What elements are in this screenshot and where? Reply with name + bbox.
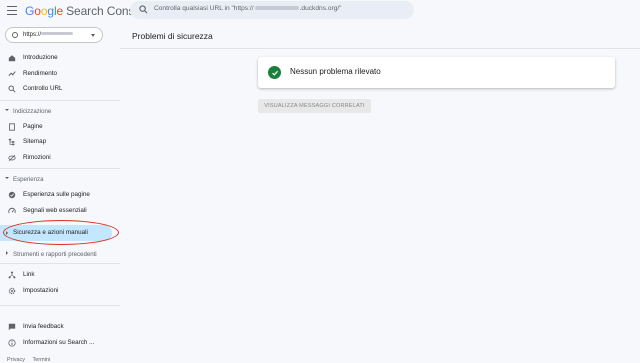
divider — [0, 263, 120, 264]
divider — [0, 305, 120, 306]
search-icon — [139, 5, 148, 14]
sidebar-item-settings[interactable]: Impostazioni — [0, 284, 120, 298]
sidebar-item-security-manual-actions[interactable]: Sicurezza e azioni manuali — [0, 225, 112, 241]
speed-icon — [8, 207, 16, 215]
divider — [0, 168, 120, 169]
section-legacy-tools[interactable]: Strumenti e rapporti precedenti — [0, 248, 120, 260]
trending-icon — [8, 70, 16, 78]
sidebar-item-core-web-vitals[interactable]: Segnali web essenziali — [0, 204, 120, 218]
menu-icon[interactable] — [7, 6, 17, 15]
property-selector[interactable]: https:// — [5, 27, 103, 43]
chevron-right-icon — [6, 231, 8, 235]
top-bar: Google Search Console Controlla qualsiasi… — [0, 0, 640, 22]
sidebar-item-overview[interactable]: Introduzione — [0, 51, 120, 65]
sidebar-item-performance[interactable]: Rendimento — [0, 67, 120, 81]
sidebar-item-feedback[interactable]: Invia feedback — [0, 320, 120, 334]
gear-icon — [8, 287, 16, 295]
view-related-messages-button[interactable]: VISUALIZZA MESSAGGI CORRELATI — [258, 99, 371, 113]
chevron-down-icon — [5, 177, 9, 179]
sidebar-item-pages[interactable]: Pagine — [0, 120, 120, 134]
sitemap-icon — [8, 138, 16, 146]
visibility-off-icon — [8, 154, 16, 162]
search-placeholder: Controlla qualsiasi URL in "https://.duc… — [154, 5, 342, 12]
property-label: https:// — [23, 31, 42, 38]
home-icon — [8, 54, 16, 62]
divider — [120, 48, 640, 49]
chevron-down-icon — [91, 34, 95, 37]
url-inspection-search[interactable]: Controlla qualsiasi URL in "https://.duc… — [130, 1, 414, 19]
page-title: Problemi di sicurezza — [132, 31, 213, 41]
links-icon — [8, 271, 16, 279]
sidebar-item-page-experience[interactable]: Esperienza sulle pagine — [0, 188, 120, 202]
sidebar-item-removals[interactable]: Rimozioni — [0, 151, 120, 165]
globe-icon — [12, 32, 18, 38]
chevron-down-icon — [5, 109, 9, 111]
info-icon — [8, 339, 16, 347]
sidebar-item-links[interactable]: Link — [0, 268, 120, 282]
feedback-icon — [8, 323, 16, 331]
section-indexing[interactable]: Indicizzazione — [0, 105, 120, 117]
sidebar-item-about[interactable]: Informazioni su Search ... — [0, 336, 120, 350]
chevron-right-icon — [6, 251, 8, 255]
button-label: VISUALIZZA MESSAGGI CORRELATI — [264, 103, 365, 109]
check-circle-icon — [268, 66, 281, 79]
page-icon — [8, 123, 16, 131]
sidebar-item-url-inspection[interactable]: Controllo URL — [0, 82, 120, 96]
terms-link[interactable]: Termini — [32, 357, 50, 363]
divider — [0, 100, 120, 101]
security-status-card: Nessun problema rilevato — [258, 57, 615, 88]
redacted-property — [41, 32, 74, 36]
badge-icon — [8, 191, 16, 199]
footer-links: Privacy Termini — [7, 357, 56, 363]
section-experience[interactable]: Esperienza — [0, 173, 120, 185]
sidebar-item-sitemaps[interactable]: Sitemap — [0, 135, 120, 149]
privacy-link[interactable]: Privacy — [7, 357, 25, 363]
redacted-domain — [254, 6, 299, 11]
search-icon — [8, 85, 16, 93]
status-message: Nessun problema rilevato — [290, 67, 381, 76]
